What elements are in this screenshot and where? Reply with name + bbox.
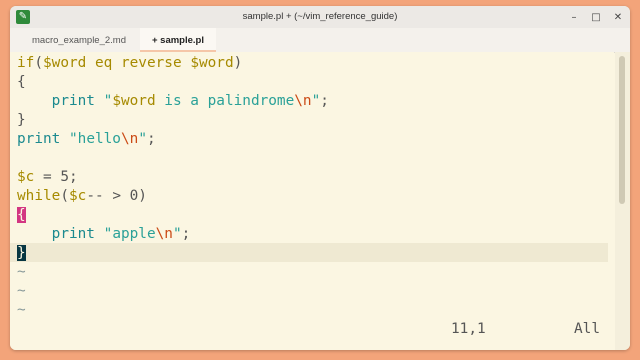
window-controls: – □ ✕ <box>568 6 624 28</box>
matching-brace: { <box>17 207 26 223</box>
code-line-7: $c = 5; <box>17 169 78 185</box>
cursor-line-highlight <box>10 243 608 262</box>
code-line-4: } <box>17 112 26 128</box>
code-line-2: { <box>17 74 26 90</box>
vertical-scrollbar[interactable] <box>615 52 630 350</box>
text-cursor: } <box>17 245 26 261</box>
title-bar[interactable]: ✎ sample.pl + (~/vim_reference_guide) – … <box>10 6 630 29</box>
window-title: sample.pl + (~/vim_reference_guide) <box>242 11 398 22</box>
code-line-5: print "hello\n"; <box>17 131 156 147</box>
empty-line-marker: ~ <box>17 264 26 280</box>
editor-window: ✎ sample.pl + (~/vim_reference_guide) – … <box>10 6 630 350</box>
scrollbar-thumb[interactable] <box>619 56 625 204</box>
text-editor[interactable]: if($word eq reverse $word) { print "$wor… <box>10 52 614 350</box>
tab-macro-example[interactable]: macro_example_2.md <box>18 28 140 52</box>
maximize-icon[interactable]: □ <box>590 12 602 23</box>
code-line-8: while($c-- > 0) <box>17 188 147 204</box>
tab-sample-pl[interactable]: + sample.pl <box>140 28 216 52</box>
close-icon[interactable]: ✕ <box>612 12 624 23</box>
scroll-indicator: All <box>574 321 600 337</box>
minimize-icon[interactable]: – <box>568 12 580 23</box>
code-line-3: print "$word is a palindrome\n"; <box>51 93 329 109</box>
tab-bar: macro_example_2.md + sample.pl <box>10 28 630 53</box>
code-line-9: { <box>17 206 26 225</box>
empty-line-marker: ~ <box>17 302 26 318</box>
code-line-1: if($word eq reverse $word) <box>17 55 243 71</box>
code-line-11: } <box>17 244 26 263</box>
empty-line-marker: ~ <box>17 283 26 299</box>
code-line-10: print "apple\n"; <box>51 226 191 242</box>
cursor-position: 11,1 <box>451 321 486 337</box>
